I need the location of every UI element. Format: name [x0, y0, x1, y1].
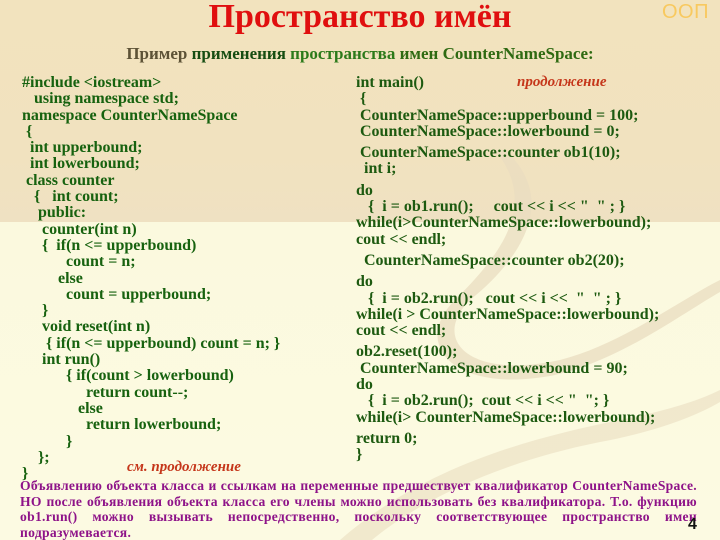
code-line: namespace CounterNameSpace [22, 106, 238, 124]
code-line: class counter [22, 171, 115, 189]
code-line: return count--; [22, 383, 189, 401]
code-line: { if(n <= upperbound) [22, 236, 197, 254]
page-number: 4 [688, 516, 697, 533]
code-line: int lowerbound; [22, 155, 140, 173]
code-line: while(i > CounterNameSpace::lowerbound); [356, 305, 660, 323]
code-line: while(i>CounterNameSpace::lowerbound); [356, 214, 652, 232]
code-line: count = n; [22, 253, 136, 271]
code-line: #include <iostream> [22, 74, 162, 91]
code-line: cout << endl; [356, 230, 447, 248]
subtitle: Пример применения пространства имен Coun… [0, 44, 720, 64]
code-line: { int count; [22, 188, 119, 206]
code-line: return lowerbound; [22, 416, 222, 434]
continuation-label: продолжение [517, 74, 607, 90]
subtitle-part-1: Пример [126, 44, 192, 63]
namespace-code-block: #include <iostream> using namespace std;… [22, 74, 281, 482]
code-line: cout << endl; [356, 322, 447, 340]
code-line: } [22, 432, 73, 450]
code-line: do [356, 376, 373, 394]
see-continuation-label: см. продолжение [127, 459, 241, 475]
code-line: { i = ob2.run(); cout << i << " "; } [356, 392, 610, 410]
code-line: counter(int n) [22, 220, 137, 238]
main-code-block: int main() { CounterNameSpace::upperboun… [356, 74, 660, 464]
code-line: do [356, 273, 373, 291]
code-line: using namespace std; [22, 90, 179, 108]
code-line: int i; [356, 160, 397, 178]
code-line: { i = ob1.run(); cout << i << " " ; } [356, 198, 626, 216]
explanation-note: Объявлению объекта класса и ссылкам на п… [20, 478, 697, 540]
code-line: { if(count > lowerbound) [22, 367, 234, 385]
code-line: CounterNameSpace::counter ob2(20); [356, 251, 625, 269]
code-line: { [22, 122, 33, 140]
code-line: CounterNameSpace::counter ob1(10); [356, 144, 621, 162]
code-line: { if(n <= upperbound) count = n; } [22, 334, 281, 352]
code-line: do [356, 181, 373, 199]
code-line: CounterNameSpace::lowerbound = 0; [356, 122, 620, 140]
code-line: int upperbound; [22, 139, 143, 157]
code-line: CounterNameSpace::upperbound = 100; [356, 106, 639, 124]
code-line: { [356, 90, 367, 108]
code-line: ob2.reset(100); [356, 343, 458, 361]
code-line: return 0; [356, 429, 418, 447]
subtitle-part-2: применения [191, 44, 291, 63]
code-line: void reset(int n) [22, 318, 151, 336]
code-line: while(i> CounterNameSpace::lowerbound); [356, 408, 656, 426]
code-line: } [22, 302, 49, 320]
code-line: { i = ob2.run(); cout << i << " " ; } [356, 289, 622, 307]
code-line: else [22, 269, 83, 287]
code-line: int main() [356, 74, 424, 91]
page-title: Пространство имён [208, 0, 512, 35]
code-line: int run() [22, 351, 101, 369]
code-line: CounterNameSpace::lowerbound = 90; [356, 359, 628, 377]
subtitle-part-4: имен CounterNameSpace: [399, 44, 594, 63]
code-line: } [356, 446, 363, 464]
subtitle-part-3: пространства [290, 44, 400, 63]
code-line: count = upperbound; [22, 285, 212, 303]
code-line: public: [22, 204, 87, 222]
code-line: else [22, 399, 103, 417]
